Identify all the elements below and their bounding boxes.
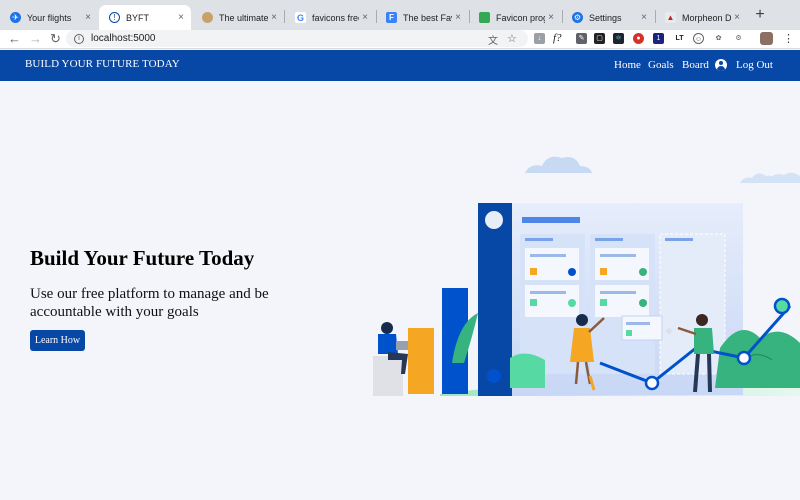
forward-button[interactable]: → [29, 31, 42, 47]
tab-title: favicons free - [312, 12, 359, 23]
byft-icon: ! [109, 12, 120, 23]
tab-title: Your flights [27, 12, 72, 23]
close-icon[interactable]: × [82, 12, 94, 23]
hero-subtitle: Use our free platform to manage and be a… [30, 286, 269, 320]
formula-icon[interactable]: f? [553, 32, 562, 44]
tab-favicons-free[interactable]: G favicons free - × [285, 5, 375, 30]
tab-title: The ultimate fa [219, 12, 268, 23]
pen-icon[interactable]: ✎ [576, 33, 587, 44]
learn-how-button[interactable]: Learn How [30, 330, 85, 351]
paw-icon[interactable]: ✿ [713, 33, 724, 44]
trend-point [644, 375, 660, 391]
tab-title: Favicon progre [496, 12, 545, 23]
address-bar[interactable]: i localhost:5000 [66, 30, 528, 47]
board-header-bar [522, 217, 580, 223]
person-sitting [373, 322, 408, 396]
tab-settings[interactable]: ⚙ Settings × [562, 5, 654, 30]
circle-bottom [487, 369, 501, 383]
globe-icon [202, 12, 213, 23]
tab-morpheon-dark[interactable]: ▲ Morpheon Dark × [655, 5, 747, 30]
back-button[interactable]: ← [8, 31, 21, 47]
tab-title: The best Favico [403, 12, 452, 23]
tab-title: Settings [589, 12, 622, 23]
close-icon[interactable]: × [175, 12, 187, 23]
tab-best-favicon[interactable]: F The best Favico × [376, 5, 468, 30]
close-icon[interactable]: × [359, 12, 371, 23]
hero-title: Build Your Future Today [30, 246, 255, 270]
reader-icon[interactable]: ▢ [594, 33, 605, 44]
gear-icon: ⚙ [572, 12, 583, 23]
gear-ext-icon[interactable]: ⚙ [733, 33, 744, 44]
f-icon: F [386, 12, 397, 23]
trend-point [773, 297, 791, 315]
brand-logo-text[interactable]: BUILD YOUR FUTURE TODAY [25, 58, 180, 70]
react-icon[interactable]: ⚛ [613, 33, 624, 44]
user-icon[interactable] [715, 59, 727, 71]
site-info-icon[interactable]: i [74, 33, 84, 44]
nav-home-link[interactable]: Home [614, 59, 641, 71]
close-icon[interactable]: × [731, 12, 743, 23]
url-text: localhost:5000 [91, 33, 156, 44]
new-tab-button[interactable]: + [752, 7, 768, 23]
app-navbar: BUILD YOUR FUTURE TODAY Home Goals Board… [0, 50, 800, 81]
bar-tall-blue [478, 203, 512, 396]
tab-byft[interactable]: ! BYFT × [99, 5, 191, 30]
theme-icon: ▲ [665, 12, 676, 23]
nav-board-link[interactable]: Board [682, 59, 709, 71]
nav-goals-link[interactable]: Goals [648, 59, 674, 71]
logout-link[interactable]: Log Out [736, 59, 773, 71]
close-icon[interactable]: × [452, 12, 464, 23]
tab-title: Morpheon Dark [682, 12, 731, 23]
browser-toolbar: ← → ↻ i localhost:5000 文 ☆ ↓ f? ✎ ▢ ⚛ ● … [0, 30, 800, 49]
reload-button[interactable]: ↻ [50, 31, 61, 47]
face-icon[interactable]: ☺ [693, 33, 704, 44]
avatar[interactable] [760, 32, 773, 45]
circle-top [485, 211, 503, 229]
close-icon[interactable]: × [545, 12, 557, 23]
translate-icon[interactable]: 文 [488, 32, 498, 47]
clouds [525, 156, 800, 183]
hero-illustration [373, 156, 800, 396]
google-icon: G [295, 12, 306, 23]
browser-tab-strip: ✈ Your flights × ! BYFT × The ultimate f… [0, 0, 800, 30]
close-icon[interactable]: × [638, 12, 650, 23]
download-icon[interactable]: ↓ [534, 33, 545, 44]
star-icon[interactable]: ☆ [507, 32, 517, 45]
close-icon[interactable]: × [268, 12, 280, 23]
trend-point [736, 350, 752, 366]
tab-favicon-progress[interactable]: Favicon progre × [469, 5, 561, 30]
flight-icon: ✈ [10, 12, 21, 23]
tab-your-flights[interactable]: ✈ Your flights × [0, 5, 98, 30]
sheet-icon [479, 12, 490, 23]
record-icon[interactable]: ● [633, 33, 644, 44]
tab-title: BYFT [126, 12, 150, 23]
lt-icon[interactable]: LT [673, 33, 686, 44]
list-icon[interactable]: 1 [653, 33, 664, 44]
bar-orange [408, 328, 434, 394]
tab-ultimate-favicon[interactable]: The ultimate fa × [192, 5, 284, 30]
menu-icon[interactable]: ⋮ [783, 32, 794, 45]
